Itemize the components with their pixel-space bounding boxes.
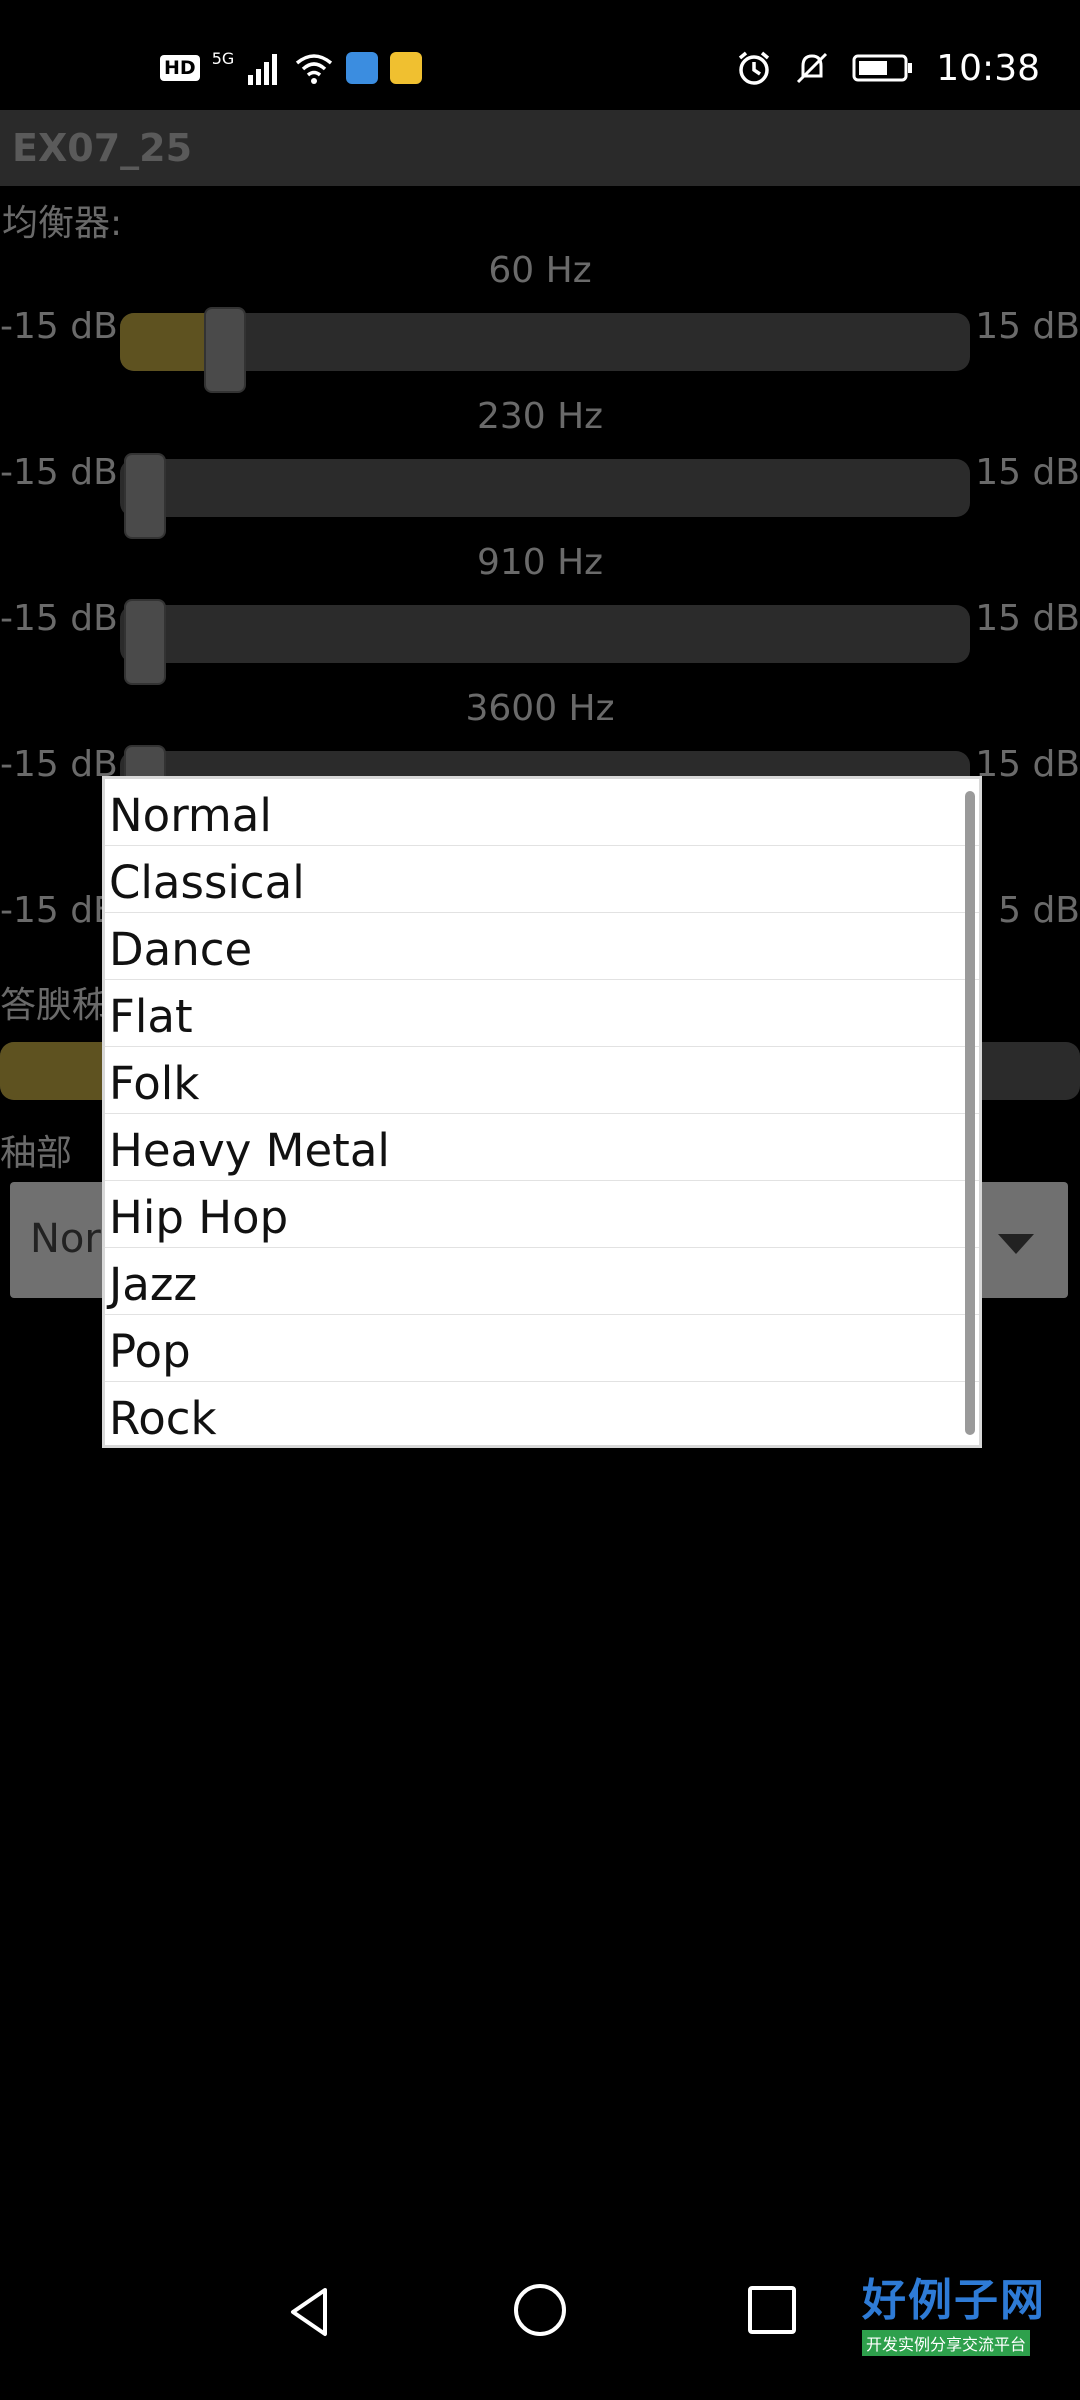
band-min-label: -15 dB <box>0 452 118 493</box>
band-max-label: 15 dB <box>975 598 1080 639</box>
preset-option-label: Dance <box>109 923 253 976</box>
bass-label: 答腴秭 <box>0 985 109 1026</box>
preset-option[interactable]: Heavy Metal <box>105 1114 979 1181</box>
status-left-icons: HD 5G <box>160 48 423 88</box>
hd-icon: HD <box>160 55 200 81</box>
preset-dialog: Normal Classical Dance Flat Folk Heavy M… <box>102 776 982 1448</box>
band-min-label: -15 dB <box>0 744 118 785</box>
home-icon[interactable] <box>514 2284 566 2336</box>
preset-option[interactable]: Folk <box>105 1047 979 1114</box>
preset-option-label: Flat <box>109 990 193 1043</box>
preset-option[interactable]: Dance <box>105 913 979 980</box>
preset-option-label: Heavy Metal <box>109 1124 390 1177</box>
band-slider[interactable] <box>120 453 970 539</box>
band-max-label: 15 dB <box>975 744 1080 785</box>
preset-option-label: Jazz <box>109 1258 198 1311</box>
preset-option[interactable]: Normal <box>105 779 979 846</box>
navigation-bar: 好例子网 开发实例分享交流平台 <box>0 2250 1080 2400</box>
band-min-label: -15 dB <box>0 306 118 347</box>
mute-icon <box>797 52 828 84</box>
band-freq-label: 910 Hz <box>476 542 604 583</box>
status-time: 10:38 <box>936 47 1040 89</box>
battery-icon <box>852 54 913 82</box>
preset-option[interactable]: Hip Hop <box>105 1181 979 1248</box>
preset-option-label: Normal <box>109 789 272 842</box>
brand-sub-text: 开发实例分享交流平台 <box>862 2330 1031 2356</box>
band-slider[interactable] <box>120 599 970 685</box>
preset-option-label: Classical <box>109 856 305 909</box>
band-freq-label: 60 Hz <box>488 250 592 291</box>
band-min-label: -15 dB <box>0 890 118 931</box>
preset-option[interactable]: Pop <box>105 1315 979 1382</box>
equalizer-label: 均衡器: <box>2 203 123 244</box>
preset-option[interactable]: Jazz <box>105 1248 979 1315</box>
watermark-logo: 好例子网 开发实例分享交流平台 <box>862 2264 1046 2356</box>
dialog-scrollbar[interactable] <box>965 791 975 1435</box>
band-freq-label: 3600 Hz <box>465 688 615 729</box>
preset-option-label: Rock <box>109 1392 217 1445</box>
band-max-label: 15 dB <box>975 306 1080 347</box>
app-icon <box>346 52 379 84</box>
preset-spinner-value: Nor <box>30 1216 101 1262</box>
preset-label: 秞部 <box>0 1133 73 1174</box>
band-slider-thumb[interactable] <box>124 599 166 685</box>
preset-option-label: Folk <box>109 1057 200 1110</box>
signal-bars-icon <box>248 54 278 85</box>
brand-main-text: 好例子网 <box>862 2275 1046 2326</box>
band-max-label: 15 dB <box>975 452 1080 493</box>
wifi-icon <box>296 54 333 84</box>
signal-icon: 5G <box>211 48 235 68</box>
app-titlebar: EX07_25 <box>0 110 1080 186</box>
preset-option[interactable]: Rock <box>105 1382 979 1449</box>
preset-option-label: Hip Hop <box>109 1191 289 1244</box>
app-title: EX07_25 <box>12 126 193 170</box>
preset-option[interactable]: Flat <box>105 980 979 1047</box>
mail-icon <box>390 52 423 84</box>
preset-option[interactable]: Classical <box>105 846 979 913</box>
preset-option-label: Pop <box>109 1325 191 1378</box>
status-bar: HD 5G 10:38 <box>0 0 1080 110</box>
back-icon[interactable] <box>285 2286 335 2338</box>
band-slider-thumb[interactable] <box>124 453 166 539</box>
band-max-label: 5 dB <box>998 890 1080 931</box>
alarm-icon <box>739 51 770 85</box>
recents-icon[interactable] <box>748 2286 796 2334</box>
status-right-icons: 10:38 <box>736 44 1040 92</box>
dropdown-arrow-icon <box>998 1234 1034 1254</box>
band-slider-thumb[interactable] <box>204 307 246 393</box>
band-slider[interactable] <box>120 307 970 393</box>
band-min-label: -15 dB <box>0 598 118 639</box>
band-freq-label: 230 Hz <box>476 396 604 437</box>
